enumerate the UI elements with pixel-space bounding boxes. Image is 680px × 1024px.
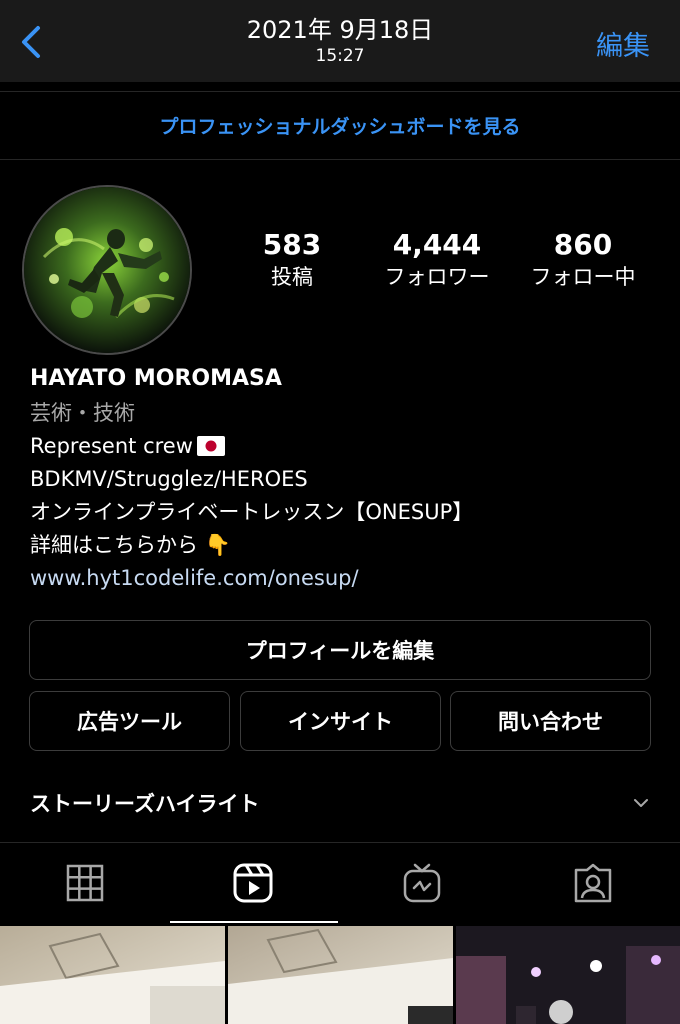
posts-stat[interactable]: 583 投稿 bbox=[252, 228, 332, 292]
following-count: 860 bbox=[553, 228, 613, 261]
tab-reels[interactable] bbox=[228, 858, 278, 908]
tagged-icon bbox=[574, 863, 612, 903]
japan-flag-icon bbox=[196, 436, 225, 456]
divider bbox=[0, 159, 680, 160]
bio-line: 詳細はこちらから 👇 bbox=[30, 533, 231, 557]
post-image bbox=[0, 926, 225, 1024]
post-thumbnail[interactable] bbox=[0, 926, 225, 1024]
highlights-toggle[interactable] bbox=[630, 793, 652, 813]
ad-tools-button[interactable]: 広告ツール bbox=[29, 691, 230, 751]
following-label: フォロー中 bbox=[530, 265, 636, 289]
avatar-image bbox=[24, 187, 190, 353]
story-highlights-label[interactable]: ストーリーズハイライト bbox=[30, 788, 260, 818]
following-stat[interactable]: 860 フォロー中 bbox=[518, 228, 648, 292]
bio-line: Represent crew bbox=[30, 430, 650, 463]
tab-tagged[interactable] bbox=[568, 858, 618, 908]
bio-line: BDKMV/Strugglez/HEROES bbox=[30, 467, 308, 491]
active-tab-indicator bbox=[170, 921, 338, 923]
post-thumbnail[interactable] bbox=[456, 926, 680, 1024]
followers-stat[interactable]: 4,444 フォロワー bbox=[372, 228, 502, 292]
profile-name: HAYATO MOROMASA bbox=[30, 366, 282, 391]
contact-button[interactable]: 問い合わせ bbox=[450, 691, 651, 751]
divider bbox=[0, 842, 680, 843]
bio-line-text: Represent crew bbox=[30, 434, 193, 458]
insights-button[interactable]: インサイト bbox=[240, 691, 441, 751]
profile-website-link[interactable]: www.hyt1codelife.com/onesup/ bbox=[30, 562, 650, 595]
edit-profile-button[interactable]: プロフィールを編集 bbox=[29, 620, 651, 680]
reels-icon bbox=[233, 863, 273, 903]
profile-category: 芸術・技術 bbox=[30, 401, 135, 425]
navigation-bar: 2021年 9月18日 15:27 編集 bbox=[0, 0, 680, 82]
tab-posts-grid[interactable] bbox=[60, 858, 110, 908]
posts-count: 583 bbox=[262, 228, 322, 261]
header-time: 15:27 bbox=[315, 46, 365, 66]
followers-label: フォロワー bbox=[384, 265, 490, 289]
followers-count: 4,444 bbox=[392, 228, 482, 261]
post-image bbox=[456, 926, 680, 1024]
grid-icon bbox=[66, 864, 104, 902]
chevron-down-icon bbox=[634, 799, 648, 807]
bio-line: オンラインプライベートレッスン【ONESUP】 bbox=[30, 500, 474, 524]
tab-igtv[interactable] bbox=[397, 858, 447, 908]
professional-dashboard-link[interactable]: プロフェッショナルダッシュボードを見る bbox=[0, 112, 680, 139]
divider bbox=[0, 91, 680, 92]
header-date: 2021年 9月18日 bbox=[246, 16, 434, 44]
post-image bbox=[228, 926, 453, 1024]
edit-button[interactable]: 編集 bbox=[596, 24, 650, 63]
profile-avatar[interactable] bbox=[22, 185, 192, 355]
igtv-icon bbox=[403, 863, 441, 903]
profile-bio: HAYATO MOROMASA 芸術・技術 Represent crew BDK… bbox=[30, 362, 650, 595]
posts-label: 投稿 bbox=[271, 265, 313, 289]
post-thumbnail[interactable] bbox=[228, 926, 453, 1024]
